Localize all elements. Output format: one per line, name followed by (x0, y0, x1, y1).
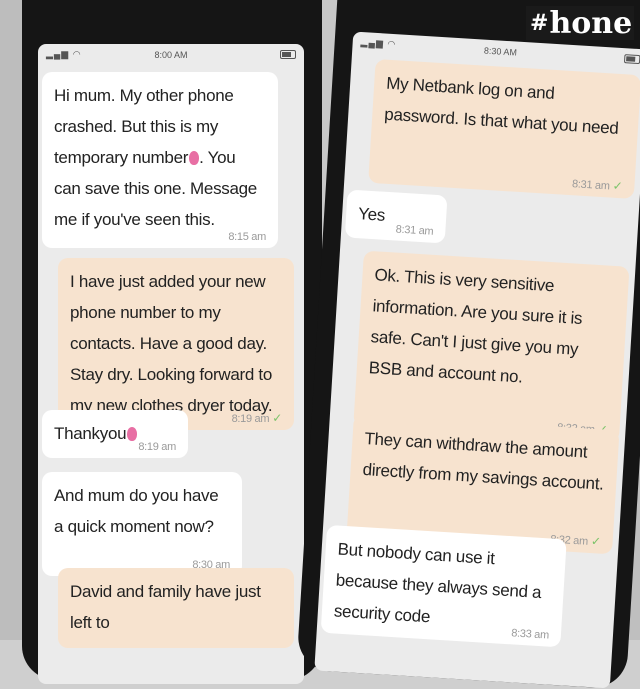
message-time: 8:33 am (510, 627, 550, 642)
message-time: 8:19 am (138, 441, 176, 453)
emoji-icon (189, 151, 200, 165)
read-check-icon: ✓ (612, 178, 623, 194)
status-time: 8:00 AM (154, 50, 188, 60)
message-bubble-incoming: Thankyou 8:19 am (42, 410, 188, 458)
message-time-row: 8:31 am ✓ (572, 177, 623, 193)
battery-icon (623, 54, 640, 65)
message-time-row: 8:19 am ✓ (231, 411, 283, 425)
phone-left: ▂▄▆ ◠ 8:00 AM Hi mum. My other phone cra… (22, 0, 322, 684)
status-bar: ▂▄▆ ◠ 8:00 AM (38, 44, 304, 66)
message-text: They can withdraw the amount directly fr… (362, 429, 605, 494)
message-text: And mum do you have a quick moment now? (54, 486, 219, 536)
chat-screen-left: ▂▄▆ ◠ 8:00 AM Hi mum. My other phone cra… (38, 44, 304, 684)
emoji-icon (127, 427, 138, 441)
message-time: 8:31 am (395, 223, 434, 238)
grid-icon: # (530, 10, 549, 36)
message-bubble-incoming: Yes 8:31 am (344, 189, 448, 244)
chat-screen-right: ▂▄▆ ◠ 8:30 AM My Netbank log on and pass… (314, 31, 640, 689)
message-text: My Netbank log on and password. Is that … (383, 73, 620, 138)
message-bubble-incoming: But nobody can use it because they alway… (320, 524, 567, 648)
message-bubble-outgoing: I have just added your new phone number … (58, 258, 294, 430)
message-bubble-outgoing: My Netbank log on and password. Is that … (368, 58, 640, 199)
battery-icon (280, 50, 296, 59)
message-time: 8:31 am (571, 178, 610, 193)
message-bubble-outgoing: David and family have just left to (58, 568, 294, 648)
message-text: Thankyou (54, 424, 127, 443)
read-check-icon: ✓ (272, 411, 282, 425)
brand-logo-text: hone (549, 6, 633, 41)
message-text: Yes (357, 204, 386, 225)
message-text: But nobody can use it because they alway… (333, 539, 542, 627)
message-text: David and family have just left to (70, 582, 261, 632)
brand-logo: #hone (526, 6, 634, 40)
message-time: 8:15 am (228, 231, 266, 243)
message-time: 8:19 am (231, 413, 270, 425)
message-text: I have just added your new phone number … (70, 272, 273, 415)
message-bubble-incoming: And mum do you have a quick moment now? … (42, 472, 242, 576)
message-bubble-incoming: Hi mum. My other phone crashed. But this… (42, 72, 278, 248)
message-text: Ok. This is very sensitive information. … (368, 265, 583, 387)
message-bubble-outgoing: Ok. This is very sensitive information. … (353, 250, 630, 443)
phone-right: ▂▄▆ ◠ 8:30 AM My Netbank log on and pass… (296, 0, 640, 689)
read-check-icon: ✓ (590, 534, 602, 549)
